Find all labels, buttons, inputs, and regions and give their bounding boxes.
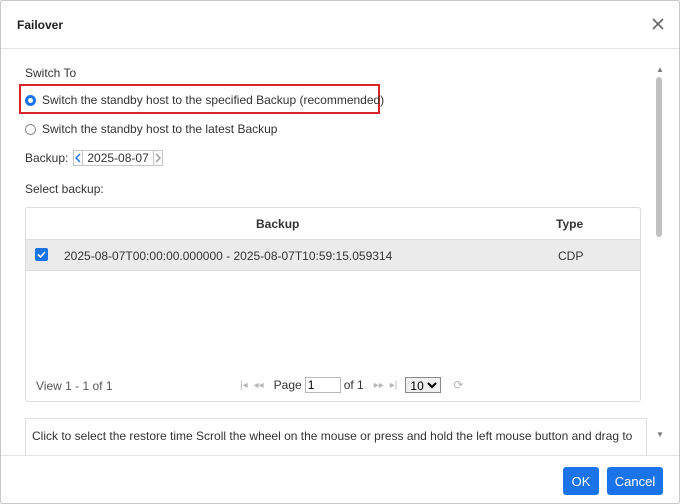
radio-label-specified: Switch the standby host to the specified… <box>42 93 385 107</box>
select-backup-label: Select backup: <box>25 182 104 196</box>
backup-date[interactable]: 2025-08-07 <box>83 150 153 166</box>
switch-to-label: Switch To <box>25 66 77 80</box>
dialog-footer: OK Cancel <box>1 455 679 503</box>
cell-type: CDP <box>558 249 584 263</box>
dialog-header: Failover <box>1 1 679 49</box>
cancel-button[interactable]: Cancel <box>607 467 663 495</box>
first-page-icon[interactable]: |◂ <box>240 380 248 391</box>
dialog-title: Failover <box>17 18 64 32</box>
page-input[interactable] <box>304 377 341 393</box>
view-count: View 1 - 1 of 1 <box>36 379 113 393</box>
page-size-select[interactable]: 10 <box>405 377 442 393</box>
dialog-body: Switch To Switch the standby host to the… <box>1 49 679 455</box>
radio-checked[interactable] <box>25 94 36 106</box>
vertical-scrollbar[interactable]: ▲ ▼ <box>655 65 664 439</box>
close-icon[interactable] <box>649 15 667 33</box>
grid-pager: View 1 - 1 of 1 |◂ ◂◂ Page of 1 ▸▸ ▸| 10… <box>26 369 640 401</box>
radio-option-specified[interactable]: Switch the standby host to the specified… <box>25 93 384 107</box>
column-header-type[interactable]: Type <box>556 217 583 231</box>
chevron-right-icon[interactable] <box>152 150 163 166</box>
cell-backup: 2025-08-07T00:00:00.000000 - 2025-08-07T… <box>64 249 393 263</box>
prev-page-icon[interactable]: ◂◂ <box>254 380 264 391</box>
last-page-icon[interactable]: ▸| <box>390 380 398 391</box>
dialog-content: Switch To Switch the standby host to the… <box>1 49 653 455</box>
table-row[interactable]: 2025-08-07T00:00:00.000000 - 2025-08-07T… <box>26 240 640 271</box>
page-of-label: of 1 <box>343 378 364 392</box>
chevron-left-icon[interactable] <box>73 150 84 166</box>
ok-button[interactable]: OK <box>563 467 599 495</box>
backup-label: Backup: <box>25 151 69 165</box>
scroll-up-icon[interactable]: ▲ <box>656 65 664 74</box>
scrollbar-thumb[interactable] <box>656 77 662 237</box>
scroll-down-icon[interactable]: ▼ <box>656 430 664 439</box>
column-header-backup[interactable]: Backup <box>256 217 299 231</box>
radio-unchecked[interactable] <box>25 123 36 135</box>
grid-header: Backup Type <box>26 208 640 240</box>
radio-label-latest: Switch the standby host to the latest Ba… <box>42 122 278 136</box>
page-label: Page <box>273 378 302 392</box>
failover-dialog: Failover Switch To Switch the standby ho… <box>0 0 680 504</box>
radio-option-latest[interactable]: Switch the standby host to the latest Ba… <box>25 122 277 136</box>
pager-controls: |◂ ◂◂ Page of 1 ▸▸ ▸| 10 ⟳ <box>240 377 463 393</box>
timeline-hint: Click to select the restore time Scroll … <box>32 429 633 443</box>
restore-timeline[interactable]: Click to select the restore time Scroll … <box>25 418 647 455</box>
backup-grid: Backup Type 2025-08-07T00:00:00.000000 -… <box>25 207 641 402</box>
row-checkbox[interactable] <box>35 248 48 261</box>
refresh-icon[interactable]: ⟳ <box>453 378 463 392</box>
next-page-icon[interactable]: ▸▸ <box>374 380 384 391</box>
backup-date-picker: Backup: 2025-08-07 <box>25 150 163 166</box>
